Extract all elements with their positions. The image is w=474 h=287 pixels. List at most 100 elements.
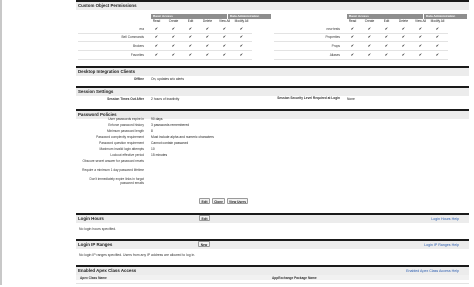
check-icon: ✔: [435, 34, 440, 39]
right-col-6: Modify All: [430, 19, 445, 23]
check-icon: ✔: [401, 34, 406, 39]
right-row-divider: [274, 41, 448, 42]
login-ip-ranges-help-link[interactable]: Login IP Ranges Help: [424, 241, 459, 249]
check-icon: ✔: [222, 26, 227, 31]
check-icon: ✔: [205, 52, 210, 57]
check-icon: ✔: [171, 52, 176, 57]
password-policy-value: 8: [151, 129, 153, 133]
check-icon: ✔: [384, 43, 389, 48]
section-title-apex-class-access: Enabled Apex Class Access Enabled Apex C…: [76, 267, 469, 275]
password-policy-value: 90 days: [151, 117, 163, 121]
check-icon: ✔: [350, 26, 355, 31]
check-icon: ✔: [188, 26, 193, 31]
check-icon: ✔: [418, 26, 423, 31]
check-icon: ✔: [401, 43, 406, 48]
password-policy-label: Obscure secret answer for password reset…: [82, 159, 144, 163]
right-col-1: Read: [348, 19, 357, 23]
login-hours-section: Login Hours Login Hours Help: [76, 213, 469, 237]
right-col-2: Create: [364, 19, 375, 23]
check-icon: ✔: [239, 52, 244, 57]
left-col-6: Modify All: [234, 19, 249, 23]
check-icon: ✔: [367, 34, 372, 39]
page-left-border: [0, 0, 2, 285]
check-icon: ✔: [154, 52, 159, 57]
check-icon: ✔: [171, 34, 176, 39]
check-icon: ✔: [239, 26, 244, 31]
appexchange-package-column: AppExchange Package Name: [272, 276, 317, 280]
check-icon: ✔: [418, 52, 423, 57]
check-icon: ✔: [154, 43, 159, 48]
password-policy-label: User passwords expire in: [108, 117, 144, 121]
section-title-login-ip-ranges: Login IP Ranges Login IP Ranges Help: [76, 241, 469, 249]
login-ip-ranges-section: Login IP Ranges Login IP Ranges Help: [76, 239, 469, 263]
login-ip-ranges-new-button[interactable]: New: [198, 241, 210, 247]
session-timeout-value: 2 hours of inactivity: [151, 97, 180, 101]
check-icon: ✔: [435, 52, 440, 57]
view-users-button[interactable]: View Users: [227, 198, 248, 204]
check-icon: ✔: [222, 34, 227, 39]
check-icon: ✔: [205, 34, 210, 39]
login-hours-edit-button[interactable]: Edit: [199, 215, 210, 221]
apex-table-row-divider: [76, 283, 469, 284]
session-security-value: None: [347, 97, 355, 101]
password-policy-label: Don't immediately expire links in forgot…: [89, 177, 144, 185]
edit-button[interactable]: Edit: [199, 198, 210, 204]
clone-button[interactable]: Clone: [212, 198, 225, 204]
left-row-divider: [78, 41, 252, 42]
left-col-2: Create: [168, 19, 179, 23]
password-policy-value: 15 minutes: [151, 153, 168, 157]
section-title-login-hours: Login Hours Login Hours Help: [76, 215, 469, 223]
left-row-label: Favorites: [130, 53, 144, 57]
password-policy-value: 3 passwords remembered: [151, 123, 190, 127]
section-title-session-settings: Session Settings: [76, 88, 469, 96]
password-policy-label: Require a minimum 1 day password lifetim…: [82, 168, 144, 172]
check-icon: ✔: [350, 34, 355, 39]
check-icon: ✔: [222, 52, 227, 57]
check-icon: ✔: [367, 26, 372, 31]
right-row-label: new tests: [326, 27, 340, 31]
check-icon: ✔: [435, 43, 440, 48]
right-row-divider: [274, 50, 448, 51]
check-icon: ✔: [418, 43, 423, 48]
apex-class-access-help-link[interactable]: Enabled Apex Class Access Help: [406, 267, 459, 275]
left-col-4: Delete: [202, 19, 213, 23]
apex-class-name-column: Apex Class Name: [80, 276, 107, 280]
check-icon: ✔: [384, 26, 389, 31]
offline-label: Offline: [133, 77, 144, 81]
check-icon: ✔: [188, 34, 193, 39]
check-icon: ✔: [384, 52, 389, 57]
login-hours-help-link[interactable]: Login Hours Help: [431, 215, 459, 223]
check-icon: ✔: [188, 43, 193, 48]
check-icon: ✔: [188, 52, 193, 57]
right-row-label: Properties: [325, 35, 340, 39]
check-icon: ✔: [222, 43, 227, 48]
check-icon: ✔: [401, 26, 406, 31]
check-icon: ✔: [171, 43, 176, 48]
check-icon: ✔: [367, 52, 372, 57]
password-policy-value: 10: [151, 147, 155, 151]
check-icon: ✔: [384, 34, 389, 39]
left-row-label: Bell Commands: [121, 35, 145, 39]
check-icon: ✔: [367, 43, 372, 48]
offline-value: On, updates w/o alerts: [151, 77, 184, 81]
check-icon: ✔: [435, 26, 440, 31]
right-row-label: Aliases: [329, 53, 340, 57]
password-policy-label: Password question requirement: [99, 141, 144, 145]
password-policy-value: Must include alpha and numeric character…: [151, 135, 214, 139]
check-icon: ✔: [401, 52, 406, 57]
session-timeout-label: Session Times Out After: [107, 97, 144, 101]
password-policy-label: Enforce password history: [108, 123, 144, 127]
password-policy-label: Minimum password length: [106, 129, 144, 133]
section-title-desktop-integration: Desktop Integration Clients: [76, 68, 469, 76]
check-icon: ✔: [239, 43, 244, 48]
right-col-4: Delete: [398, 19, 409, 23]
left-col-5: View All: [218, 19, 231, 23]
login-ip-ranges-title: Login IP Ranges: [78, 242, 113, 247]
check-icon: ✔: [205, 26, 210, 31]
desktop-integration-section: Desktop Integration Clients: [76, 66, 469, 86]
login-hours-empty-text: No login hours specified.: [79, 227, 117, 231]
apex-class-access-title: Enabled Apex Class Access: [78, 268, 137, 273]
check-icon: ✔: [205, 43, 210, 48]
right-row-label: Props: [331, 44, 340, 48]
left-row-divider: [78, 59, 252, 60]
